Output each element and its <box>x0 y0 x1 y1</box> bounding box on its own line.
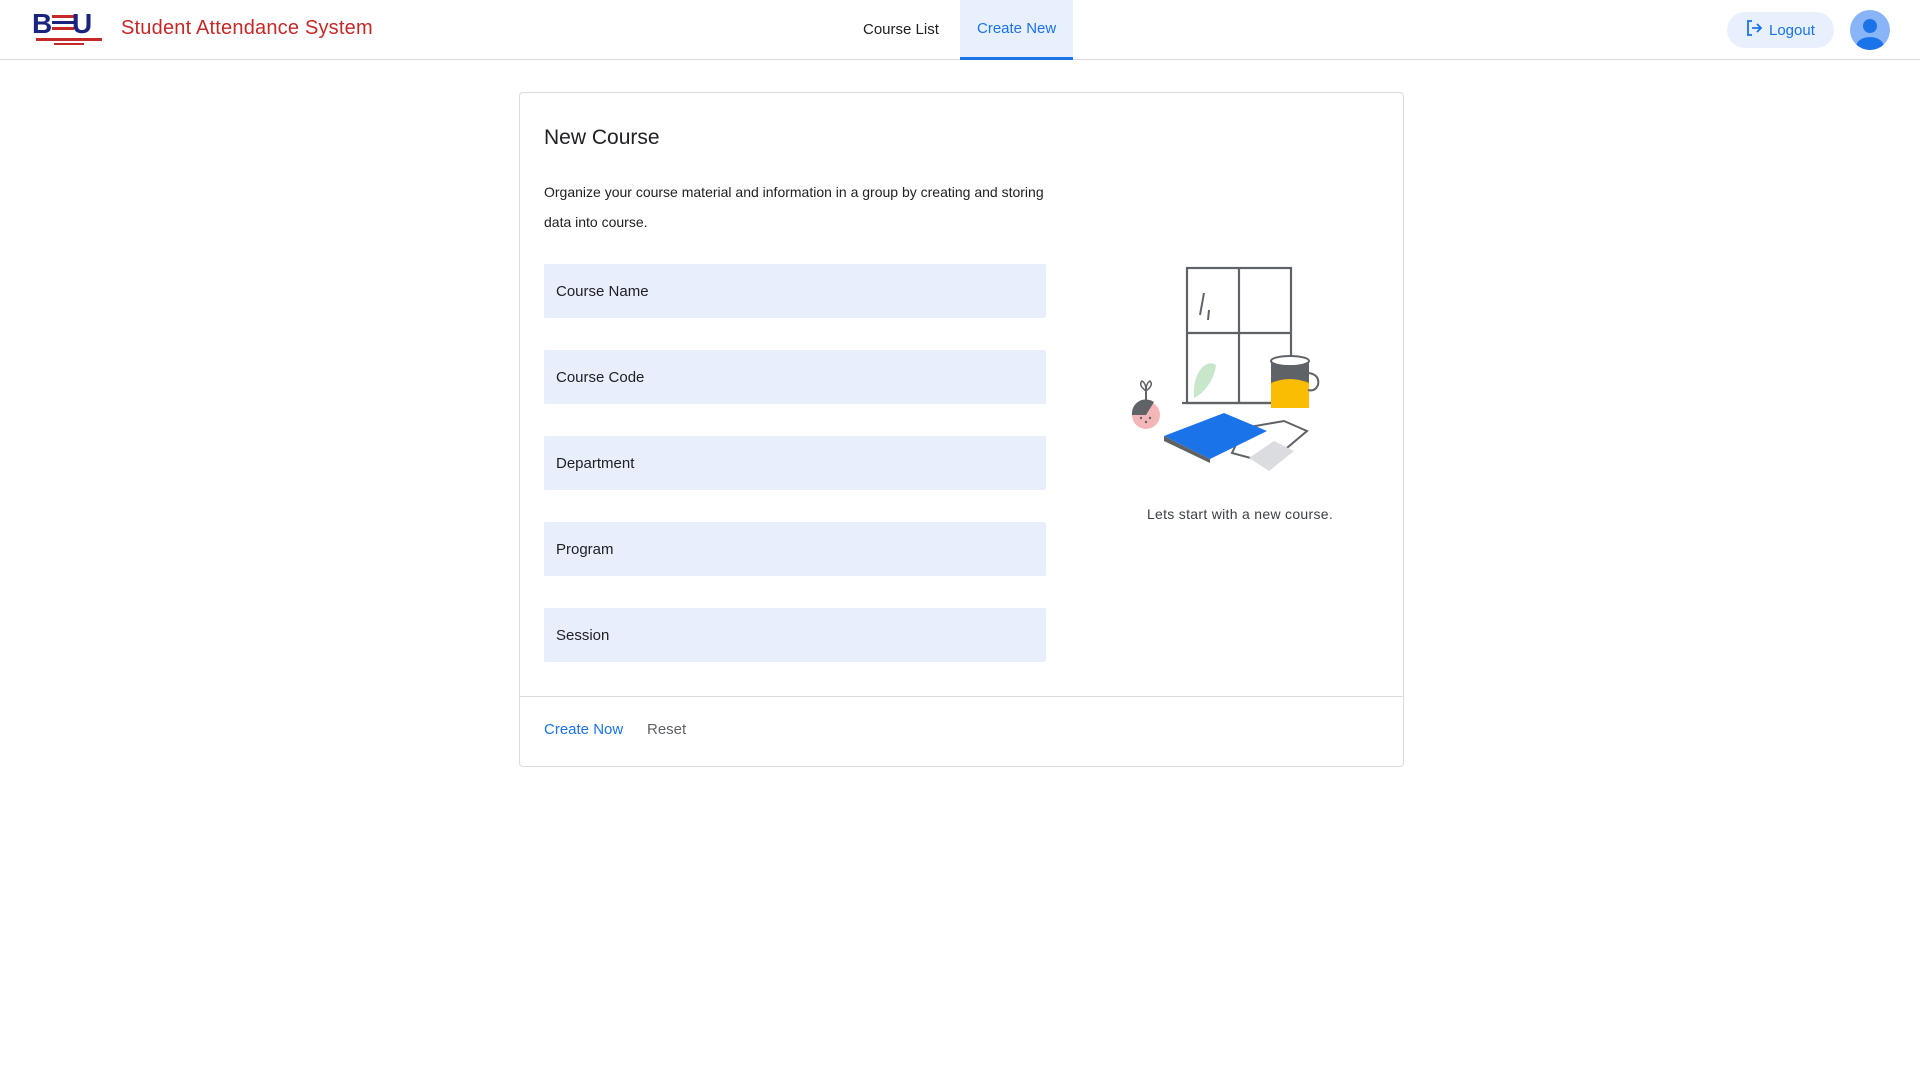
course-illustration <box>1124 253 1354 488</box>
card-divider <box>520 696 1403 697</box>
course-code-field[interactable] <box>544 350 1046 404</box>
course-name-field[interactable] <box>544 264 1046 318</box>
logout-icon <box>1745 19 1769 41</box>
illustration-caption: Lets start with a new course. <box>1146 506 1334 522</box>
program-field[interactable] <box>544 522 1046 576</box>
app-title: Student Attendance System <box>121 17 373 39</box>
tab-course-list[interactable]: Course List <box>846 0 956 60</box>
svg-text:B: B <box>32 9 51 39</box>
reset-button[interactable]: Reset <box>647 721 686 738</box>
create-now-button[interactable]: Create Now <box>544 721 623 738</box>
card-title: New Course <box>544 126 660 149</box>
tab-create-new[interactable]: Create New <box>960 0 1074 60</box>
bdu-logo: B U <box>32 8 108 49</box>
session-field[interactable] <box>544 608 1046 662</box>
new-course-card: New Course Organize your course material… <box>519 92 1404 767</box>
department-field[interactable] <box>544 436 1046 490</box>
card-description: Organize your course material and inform… <box>544 184 1044 230</box>
svg-text:U: U <box>72 9 92 39</box>
logout-button[interactable]: Logout <box>1727 12 1834 48</box>
app-header: B U Student Attendance System Course Lis… <box>0 0 1920 60</box>
logout-label: Logout <box>1769 21 1815 39</box>
user-avatar-icon[interactable] <box>1850 10 1890 50</box>
